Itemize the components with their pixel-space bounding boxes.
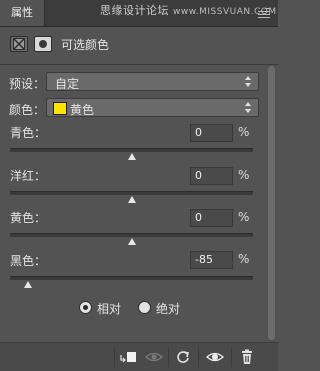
black-label: 黑色：	[10, 254, 47, 268]
cyan-label: 青色：	[10, 126, 47, 140]
yellow-slider-thumb[interactable]	[127, 238, 136, 245]
footer-toolbar	[0, 342, 278, 371]
adjustment-icon[interactable]	[10, 36, 28, 52]
magenta-label: 洋红：	[10, 169, 47, 183]
delete-icon[interactable]	[236, 348, 258, 366]
cyan-slider-track[interactable]	[10, 148, 253, 160]
black-input[interactable]: -85	[190, 251, 233, 269]
panel-menu-icon[interactable]	[258, 8, 270, 18]
view-previous-icon[interactable]	[143, 348, 165, 366]
absolute-radio[interactable]	[138, 301, 151, 314]
divider	[231, 347, 232, 367]
panel-titlebar: 属性 思缘设计论坛 www.MISSVUAN.COM	[0, 0, 278, 27]
divider	[168, 347, 169, 367]
watermark-text: 思缘设计论坛	[100, 4, 169, 17]
dropdown-arrows-icon	[245, 101, 252, 114]
reset-icon[interactable]	[172, 348, 194, 366]
divider	[198, 347, 199, 367]
watermark: 思缘设计论坛 www.MISSVUAN.COM	[100, 2, 277, 18]
divider	[0, 64, 278, 65]
preset-dropdown[interactable]: 自定	[46, 72, 259, 91]
relative-label[interactable]: 相对	[97, 300, 121, 317]
preset-label: 预设：	[9, 77, 46, 91]
absolute-label[interactable]: 绝对	[156, 300, 180, 317]
magenta-unit: %	[238, 168, 250, 182]
magenta-input[interactable]: 0	[190, 167, 233, 185]
scrollbar[interactable]	[268, 66, 275, 340]
cyan-unit: %	[238, 125, 250, 139]
black-slider-thumb[interactable]	[24, 281, 33, 288]
yellow-label: 黄色：	[10, 211, 47, 225]
yellow-slider-track[interactable]	[10, 233, 253, 245]
cyan-slider-thumb[interactable]	[127, 153, 136, 160]
magenta-slider-track[interactable]	[10, 191, 253, 203]
black-slider-track[interactable]	[10, 276, 253, 288]
yellow-input[interactable]: 0	[190, 209, 233, 227]
color-swatch	[53, 102, 67, 115]
visibility-icon[interactable]	[204, 348, 226, 366]
black-unit: %	[238, 252, 250, 266]
adjustment-header: 可选颜色	[0, 28, 278, 60]
colors-value: 黄色	[70, 103, 95, 117]
colors-dropdown[interactable]: 黄色	[46, 98, 259, 117]
method-radio-group: 相对 绝对	[0, 300, 278, 320]
scrollbar-thumb[interactable]	[268, 66, 275, 340]
cyan-input[interactable]: 0	[190, 124, 233, 142]
dropdown-arrows-icon	[245, 75, 252, 88]
colors-label: 颜色：	[9, 103, 46, 117]
tab-properties[interactable]: 属性	[0, 0, 45, 26]
divider	[114, 347, 115, 367]
relative-radio[interactable]	[79, 301, 92, 314]
yellow-unit: %	[238, 210, 250, 224]
panel-title: 可选颜色	[61, 38, 110, 52]
preset-value: 自定	[55, 77, 80, 91]
clip-to-layer-icon[interactable]	[118, 348, 140, 366]
magenta-slider-thumb[interactable]	[127, 196, 136, 203]
layer-mask-icon[interactable]	[34, 36, 52, 52]
